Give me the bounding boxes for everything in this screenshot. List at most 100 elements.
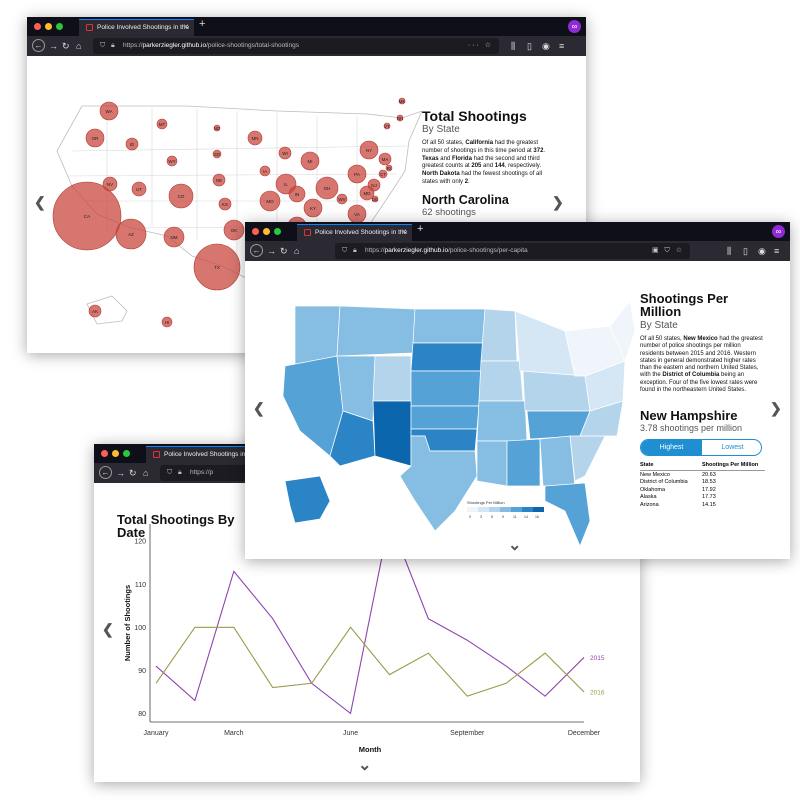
extension-icon[interactable]: ∞ <box>772 225 785 238</box>
summary-part: California <box>465 140 494 146</box>
summary-part: 205 <box>471 163 482 170</box>
lock-icon: 🔒︎ <box>178 469 182 476</box>
x-tick-label: September <box>450 730 485 737</box>
state-label-mt: MT <box>159 122 166 127</box>
minimize-window-button[interactable] <box>112 450 119 457</box>
legend-title: Shootings Per Million <box>467 500 505 505</box>
back-button[interactable]: ← <box>99 466 112 479</box>
state-label-vt: VT <box>384 124 390 129</box>
summary-part: . <box>543 147 546 154</box>
previous-slide-arrow-icon[interactable]: ❮ <box>253 400 265 417</box>
page-subtitle: By State <box>640 320 678 331</box>
lowest-toggle-button[interactable]: Lowest <box>702 440 761 455</box>
state-label-va: VA <box>354 212 360 217</box>
table-body: New Mexico 20.63 District of Columbia 18.53… <box>640 472 765 509</box>
table-cell-value: 14.15 <box>702 501 716 508</box>
state-label-co: CO <box>178 194 185 199</box>
y-tick-label: 120 <box>134 539 146 546</box>
summary-part: and <box>481 163 495 170</box>
url-path: /police-shootings/per-capita <box>448 247 528 254</box>
minimize-window-button[interactable] <box>263 228 270 235</box>
next-slide-arrow-icon[interactable]: ❯ <box>770 400 782 417</box>
selected-state-name: New Hampshire <box>640 408 738 423</box>
line-chart: 80 90 100 110 120 January March June September De… <box>123 522 605 754</box>
legend-swatch <box>522 507 533 512</box>
legend-tick-label: 14 <box>524 515 528 519</box>
state-label-mi: MI <box>308 159 313 164</box>
forward-button[interactable]: → <box>116 466 125 480</box>
state-label-ia: IA <box>263 169 267 174</box>
maximize-window-button[interactable] <box>56 23 63 30</box>
browser-tab[interactable]: Police Involved Shootings in the ✕ <box>146 446 261 463</box>
legend-tick-label: 9 <box>502 515 504 519</box>
tab-close-icon[interactable]: ✕ <box>401 225 407 240</box>
close-window-button[interactable] <box>34 23 41 30</box>
selected-state-value: 3.78 shootings per million <box>640 423 743 433</box>
nav-toolbar: ← → ↻ ⌂ ⛉ 🔒︎ https://parkerziegler.githu… <box>27 36 586 56</box>
summary-part: and <box>438 155 452 162</box>
tab-close-icon[interactable]: ✕ <box>183 20 189 35</box>
state-shapes <box>282 300 635 547</box>
url-host: parkerziegler.github.io <box>142 42 207 49</box>
library-icon[interactable]: ⫼ <box>727 244 731 258</box>
sidebar-icon[interactable]: ▯ <box>743 244 748 258</box>
new-tab-button[interactable]: + <box>199 18 205 30</box>
highest-toggle-button[interactable]: Highest <box>641 440 702 455</box>
previous-slide-arrow-icon[interactable]: ❮ <box>34 194 46 211</box>
state-label-id: ID <box>130 142 135 147</box>
close-window-button[interactable] <box>252 228 259 235</box>
lock-icon: 🔒︎ <box>353 247 357 254</box>
tab-bar: Police Involved Shootings in the ✕ + ∞ <box>245 222 790 241</box>
home-button[interactable]: ⌂ <box>143 466 148 480</box>
state-label-sd: SD <box>214 152 221 157</box>
next-slide-arrow-icon[interactable]: ❯ <box>552 194 564 211</box>
account-icon[interactable]: ◉ <box>758 244 766 258</box>
scroll-down-chevron-icon[interactable]: ⌄ <box>508 535 521 555</box>
summary-part: District of Columbia <box>662 372 720 379</box>
extension-icon[interactable]: ∞ <box>568 20 581 33</box>
reload-button[interactable]: ↻ <box>62 39 70 53</box>
home-button[interactable]: ⌂ <box>294 244 299 258</box>
forward-button[interactable]: → <box>49 39 58 53</box>
reload-button[interactable]: ↻ <box>280 244 288 258</box>
state-label-ok: OK <box>231 228 238 233</box>
series-label-2016: 2016 <box>590 689 605 696</box>
menu-icon[interactable]: ≡ <box>559 39 564 53</box>
sidebar-icon[interactable]: ▯ <box>527 39 532 53</box>
back-button[interactable]: ← <box>250 244 263 257</box>
page-content: Shootings Per Million 0 3 6 9 11 14 16 Shooting… <box>245 261 790 559</box>
maximize-window-button[interactable] <box>123 450 130 457</box>
table-row: Alaska 17.73 <box>640 494 765 501</box>
forward-button[interactable]: → <box>267 244 276 258</box>
state-label-me: ME <box>399 99 406 104</box>
summary-part: North Dakota <box>422 171 460 178</box>
url-actions[interactable]: ··· ☆ <box>468 38 493 54</box>
table-header: State Shootings Per Million <box>640 462 765 471</box>
reload-button[interactable]: ↻ <box>129 466 137 480</box>
home-button[interactable]: ⌂ <box>76 39 81 53</box>
browser-tab[interactable]: Police Involved Shootings in the ✕ <box>297 224 412 241</box>
legend-swatch <box>467 507 478 512</box>
maximize-window-button[interactable] <box>274 228 281 235</box>
table-cell-state: Alaska <box>640 494 657 500</box>
state-label-ct: CT <box>380 172 386 177</box>
url-path: /police-shootings/total-shootings <box>206 42 299 49</box>
browser-tab[interactable]: Police Involved Shootings in the ✕ <box>79 19 194 36</box>
menu-icon[interactable]: ≡ <box>774 244 779 258</box>
tab-title: Police Involved Shootings in the <box>164 451 257 458</box>
legend-tick-label: 11 <box>513 515 517 519</box>
url-bar[interactable]: ⛉ 🔒︎ https://parkerziegler.github.io/pol… <box>93 38 499 54</box>
x-tick-label: June <box>343 730 358 737</box>
url-bar[interactable]: ⛉ 🔒︎ https://parkerziegler.github.io/pol… <box>335 243 690 259</box>
minimize-window-button[interactable] <box>45 23 52 30</box>
library-icon[interactable]: ⫼ <box>511 39 515 53</box>
selected-state-value: 62 shootings <box>422 207 476 218</box>
close-window-button[interactable] <box>101 450 108 457</box>
scroll-down-chevron-icon[interactable]: ⌄ <box>358 755 371 775</box>
url-actions[interactable]: ▣ ⛉ ☆ <box>652 243 684 259</box>
back-button[interactable]: ← <box>32 39 45 52</box>
new-tab-button[interactable]: + <box>417 223 423 235</box>
previous-slide-arrow-icon[interactable]: ❮ <box>102 621 114 638</box>
account-icon[interactable]: ◉ <box>542 39 550 53</box>
state-label-il: IL <box>284 182 288 187</box>
